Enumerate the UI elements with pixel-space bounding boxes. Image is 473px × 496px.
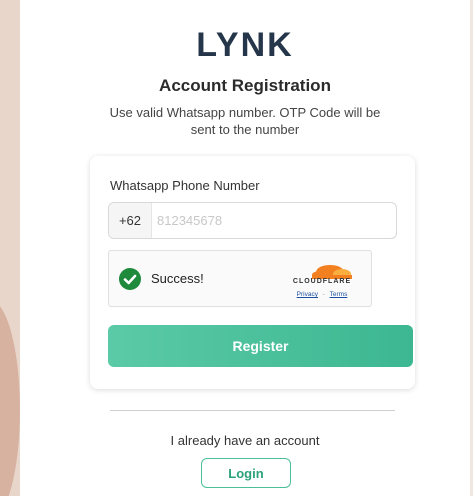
links-separator: · [322, 291, 325, 298]
phone-field: +62 [108, 202, 397, 239]
background-strip [0, 0, 20, 496]
already-account-text: I already have an account [170, 433, 320, 448]
cloudflare-cloud-icon [312, 265, 352, 279]
captcha-links: Privacy · Terms [282, 291, 362, 298]
page-title: Account Registration [159, 76, 331, 95]
login-button[interactable]: Login [201, 458, 291, 488]
background-decoration [0, 300, 20, 496]
country-code[interactable]: +62 [109, 203, 152, 238]
cloudflare-wordmark: CLOUDFLARE [292, 278, 352, 285]
check-icon [119, 268, 141, 290]
privacy-link[interactable]: Privacy [297, 291, 318, 298]
divider [110, 410, 395, 411]
phone-input[interactable] [155, 203, 394, 238]
brand-logo: LYNK [196, 26, 294, 64]
registration-card: Whatsapp Phone Number +62 Success! CLOUD… [90, 156, 415, 389]
cloudflare-captcha[interactable]: Success! CLOUDFLARE Privacy · Terms [108, 250, 372, 307]
captcha-status: Success! [151, 271, 204, 286]
registration-page: LYNK Account Registration Use valid What… [20, 0, 470, 496]
register-button[interactable]: Register [108, 325, 413, 367]
phone-label: Whatsapp Phone Number [110, 178, 260, 193]
page-subtitle: Use valid Whatsapp number. OTP Code will… [109, 105, 381, 137]
terms-link[interactable]: Terms [330, 291, 348, 298]
